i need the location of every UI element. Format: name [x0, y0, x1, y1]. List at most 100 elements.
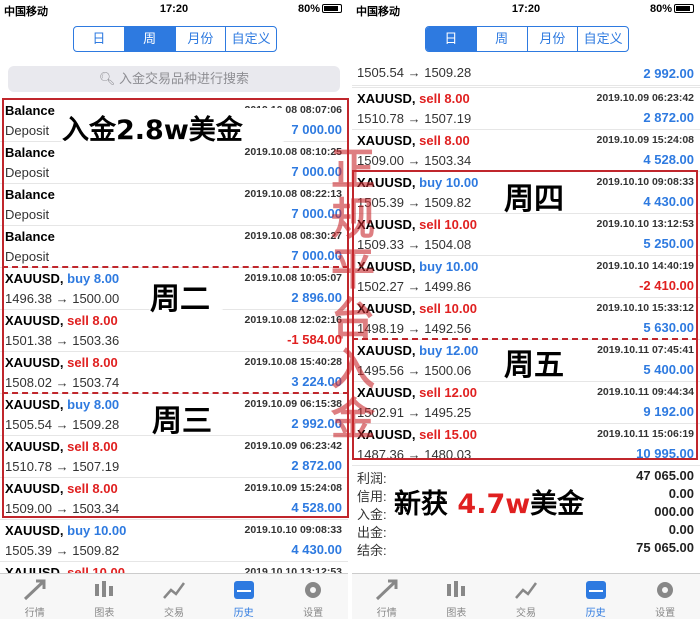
timestamp: 2019.10.11 09:44:34 — [597, 386, 694, 398]
profit-amount: 4 528.00 — [643, 152, 694, 167]
trade-detail: Deposit — [5, 207, 50, 222]
search-input[interactable]: 🔍︎ 入金交易品种进行搜索 — [8, 66, 340, 92]
period-day-tab[interactable]: 日 — [74, 27, 125, 51]
settings-tab[interactable]: 设置 — [630, 574, 700, 619]
period-month-tab[interactable]: 月份 — [528, 27, 579, 51]
tab-label: 历史 — [585, 608, 606, 619]
tab-label: 行情 — [24, 608, 45, 619]
symbol-name: XAUUSD, — [5, 355, 64, 370]
table-row[interactable]: XAUUSD, sell 8.00 1510.78 → 1507.19 2019.1… — [0, 436, 348, 478]
symbol-name: Balance — [5, 145, 55, 160]
chart-tab[interactable]: 图表 — [422, 574, 492, 619]
profit-amount: 10 995.00 — [636, 446, 694, 461]
table-row[interactable]: XAUUSD, buy 10.00 1505.39 → 1509.82 2019.1… — [0, 520, 348, 562]
period-week-tab[interactable]: 周 — [124, 27, 176, 51]
symbol-label: Balance — [5, 187, 55, 202]
quotes-tab[interactable]: 行情 — [0, 574, 70, 619]
symbol-label: Balance — [5, 145, 55, 160]
table-row[interactable]: XAUUSD, sell 8.00 1508.02 → 1503.74 2019.1… — [0, 352, 348, 394]
wednesday-caption: 周三 — [152, 404, 212, 439]
timestamp: 2019.10.10 14:40:19 — [596, 260, 695, 272]
profit-caption-prefix: 新获 — [394, 489, 448, 520]
profit-caption-amount: 4.7w — [457, 489, 531, 520]
profit-amount: 9 192.00 — [643, 404, 694, 419]
symbol-label: Balance — [5, 229, 55, 244]
tab-label: 设置 — [303, 608, 324, 619]
trade-tab[interactable]: 交易 — [491, 574, 561, 619]
status-bar: 中国移动 17:20 80% — [0, 0, 348, 18]
trade-direction: sell 8.00 — [63, 481, 118, 496]
candlestick-icon — [91, 578, 117, 602]
profit-amount: 7 000.00 — [291, 122, 342, 137]
summary-value: 0.00 — [668, 522, 694, 537]
bottom-tab-bar: 行情 图表 交易 历史 设置 — [352, 573, 700, 619]
clock: 17:20 — [159, 3, 189, 15]
trend-arrow-icon — [374, 578, 400, 602]
period-month-tab[interactable]: 月份 — [176, 27, 227, 51]
gear-icon — [652, 578, 678, 602]
symbol-label: Balance — [5, 103, 55, 118]
symbol-label: XAUUSD, sell 8.00 — [5, 313, 118, 328]
line-chart-icon — [513, 578, 539, 602]
table-row[interactable]: XAUUSD, sell 10.00 1509.33 → 1504.08 2019.… — [352, 214, 700, 256]
trade-detail: 1487.36 → 1480.03 — [357, 447, 472, 462]
symbol-name: Balance — [5, 103, 55, 118]
trade-tab[interactable]: 交易 — [139, 574, 209, 619]
table-row[interactable]: XAUUSD, sell 8.00 1509.00 → 1503.34 2019.1… — [0, 478, 348, 520]
table-row[interactable]: XAUUSD, sell 15.00 1487.36 → 1480.03 2019.… — [352, 424, 700, 466]
trade-direction: sell 12.00 — [415, 385, 477, 400]
trend-arrow-icon — [22, 578, 48, 602]
friday-caption: 周五 — [504, 348, 564, 383]
timestamp: 2019.10.10 09:08:33 — [596, 176, 695, 188]
profit-amount: 2 872.00 — [291, 458, 342, 473]
history-tab[interactable]: 历史 — [561, 574, 631, 619]
symbol-name: Balance — [5, 229, 55, 244]
table-row[interactable]: Balance Deposit 2019.10.08 08:10:25 7 000.0… — [0, 142, 348, 184]
timestamp: 2019.10.10 09:08:33 — [244, 524, 343, 536]
table-row[interactable]: XAUUSD, sell 10.00 1498.19 → 1492.56 2019.… — [352, 298, 700, 340]
period-custom-tab[interactable]: 自定义 — [578, 27, 628, 51]
table-row[interactable]: XAUUSD, sell 8.00 1510.78 → 1507.19 2019.1… — [352, 88, 700, 130]
gear-icon — [300, 578, 326, 602]
clock: 17:20 — [511, 3, 541, 15]
profit-amount: 2 872.00 — [643, 110, 694, 125]
settings-tab[interactable]: 设置 — [278, 574, 348, 619]
summary-label: 结余: — [357, 543, 387, 558]
table-row[interactable]: XAUUSD, sell 12.00 1502.91 → 1495.25 2019.… — [352, 382, 700, 424]
chart-tab[interactable]: 图表 — [70, 574, 140, 619]
trade-direction: buy 8.00 — [63, 397, 120, 412]
battery-icon — [674, 4, 694, 13]
profit-amount: 5 630.00 — [643, 320, 694, 335]
history-tab[interactable]: 历史 — [209, 574, 279, 619]
period-segmented-control: 日 周 月份 自定义 — [73, 26, 277, 52]
tab-label: 交易 — [163, 608, 184, 619]
inbox-icon — [583, 578, 609, 602]
profit-amount: -2 410.00 — [639, 278, 694, 293]
timestamp: 2019.10.09 06:23:42 — [596, 92, 695, 104]
profit-caption-unit: 美金 — [530, 489, 585, 520]
battery-icon — [322, 4, 342, 13]
table-row[interactable]: XAUUSD, sell 8.00 1509.00 → 1503.34 2019.1… — [352, 130, 700, 172]
tab-label: 图表 — [446, 608, 467, 619]
summary-label: 信用: — [357, 489, 387, 504]
timestamp: 2019.10.09 15:24:08 — [244, 482, 343, 494]
table-row[interactable]: Balance Deposit 2019.10.08 08:30:27 7 000.0… — [0, 226, 348, 268]
symbol-name: Balance — [5, 187, 55, 202]
trade-detail: Deposit — [5, 249, 50, 264]
quotes-tab[interactable]: 行情 — [352, 574, 422, 619]
status-bar: 中国移动 17:20 80% — [352, 0, 700, 18]
candlestick-icon — [443, 578, 469, 602]
trade-direction: sell 8.00 — [63, 355, 118, 370]
period-week-tab[interactable]: 周 — [477, 27, 528, 51]
status-icons: 80% — [650, 3, 694, 15]
trade-direction: sell 8.00 — [63, 313, 118, 328]
summary-value: 75 065.00 — [636, 540, 694, 555]
period-segmented-control: 日 周 月份 自定义 — [425, 26, 629, 52]
symbol-name: XAUUSD, — [357, 91, 416, 106]
table-row[interactable]: XAUUSD, buy 10.00 1502.27 → 1499.86 2019.1… — [352, 256, 700, 298]
table-row[interactable]: Balance Deposit 2019.10.08 08:22:13 7 000.0… — [0, 184, 348, 226]
period-day-tab[interactable]: 日 — [426, 27, 477, 51]
symbol-name: XAUUSD, — [5, 439, 64, 454]
profit-caption: 新获 4.7w美金 — [394, 482, 584, 521]
period-custom-tab[interactable]: 自定义 — [226, 27, 276, 51]
